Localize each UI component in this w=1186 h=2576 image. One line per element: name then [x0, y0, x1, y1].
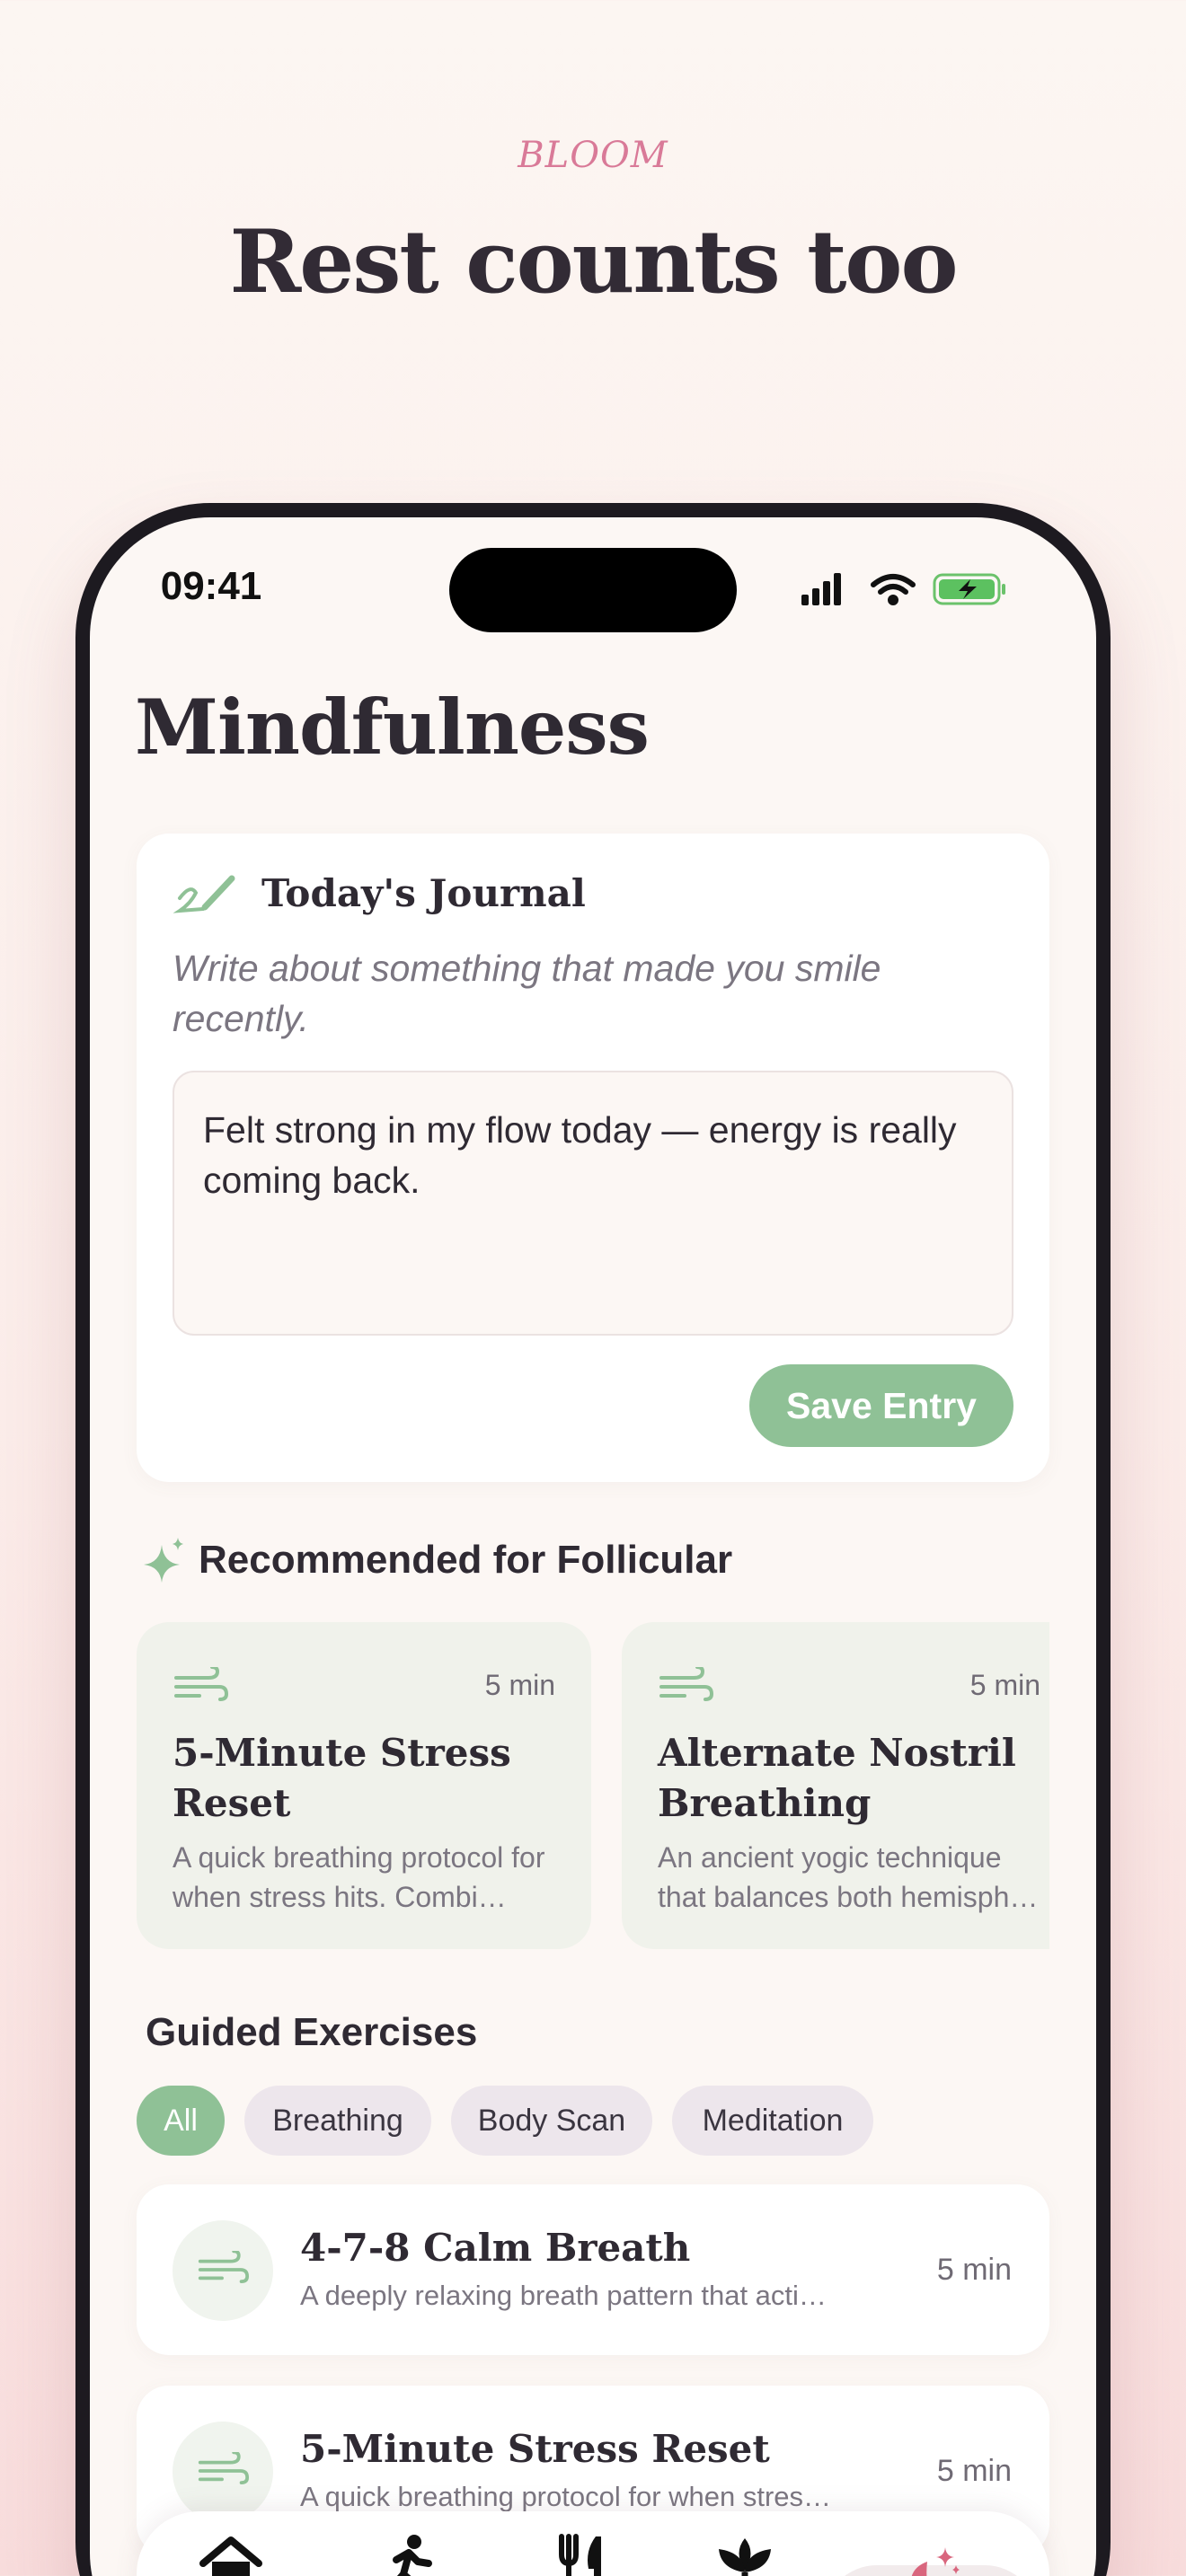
- hero-brand: BLOOM: [518, 135, 668, 176]
- exercise-name: 5-Minute Stress Reset: [300, 2427, 770, 2471]
- journal-prompt: Write about something that made you smil…: [173, 948, 881, 1039]
- exercise-icon-circle: [173, 2220, 273, 2321]
- recommended-desc: A quick breathing protocol for when stre…: [173, 1841, 545, 1913]
- recommended-duration: 5 min: [484, 1669, 555, 1701]
- guided-exercises-title: Guided Exercises: [146, 2010, 478, 2054]
- sparkle-icon: [144, 1538, 183, 1583]
- journal-entry-field[interactable]: Felt strong in my flow today — energy is…: [173, 1071, 1013, 1336]
- wind-icon: [198, 2251, 249, 2283]
- signal-icon: [801, 573, 841, 605]
- wind-icon: [174, 1667, 228, 1701]
- dynamic-island: [449, 548, 737, 632]
- recommended-title: Recommended for Follicular: [199, 1538, 733, 1582]
- filter-chip-all[interactable]: All: [137, 2086, 225, 2156]
- exercise-desc: A deeply relaxing breath pattern that ac…: [300, 2280, 827, 2311]
- page-title: Mindfulness: [135, 683, 650, 772]
- recommended-name: 5-Minute Stress Reset: [173, 1731, 511, 1825]
- filter-chip-body-scan[interactable]: Body Scan: [451, 2086, 652, 2156]
- journal-title: Today's Journal: [261, 871, 586, 915]
- wind-icon: [659, 1667, 713, 1701]
- recommended-duration: 5 min: [969, 1669, 1040, 1701]
- status-icons: [801, 573, 1005, 605]
- moon-sparkle-icon[interactable]: [900, 2544, 963, 2576]
- exercise-row[interactable]: 4-7-8 Calm Breath A deeply relaxing brea…: [137, 2184, 1049, 2355]
- exercise-desc: A quick breathing protocol for when stre…: [300, 2481, 832, 2512]
- save-entry-button[interactable]: Save Entry: [749, 1364, 1013, 1447]
- recommended-card[interactable]: 5 min 5-Minute Stress Reset A quick brea…: [137, 1622, 591, 1949]
- recommended-card[interactable]: 5 min Alternate Nostril Breathing An anc…: [622, 1622, 1049, 1949]
- hero-title: Rest counts too: [229, 211, 959, 313]
- exercise-duration: 5 min: [936, 2253, 1012, 2287]
- exercise-duration: 5 min: [936, 2454, 1012, 2488]
- wifi-icon: [871, 574, 916, 605]
- status-time: 09:41: [160, 564, 262, 608]
- recommended-desc: An ancient yogic technique that balances…: [658, 1841, 1039, 1913]
- exercise-name: 4-7-8 Calm Breath: [300, 2226, 691, 2270]
- exercise-icon-circle: [173, 2422, 273, 2522]
- pen-icon: [173, 875, 235, 913]
- battery-charging-icon: [933, 573, 1005, 605]
- fork-knife-icon[interactable]: [549, 2533, 612, 2576]
- wind-icon: [198, 2452, 249, 2484]
- home-icon[interactable]: [199, 2533, 262, 2576]
- running-icon[interactable]: [376, 2533, 439, 2576]
- filter-chip-meditation[interactable]: Meditation: [672, 2086, 873, 2156]
- recommended-name: Alternate Nostril Breathing: [658, 1731, 1016, 1825]
- lotus-icon[interactable]: [713, 2533, 776, 2576]
- filter-chip-breathing[interactable]: Breathing: [244, 2086, 431, 2156]
